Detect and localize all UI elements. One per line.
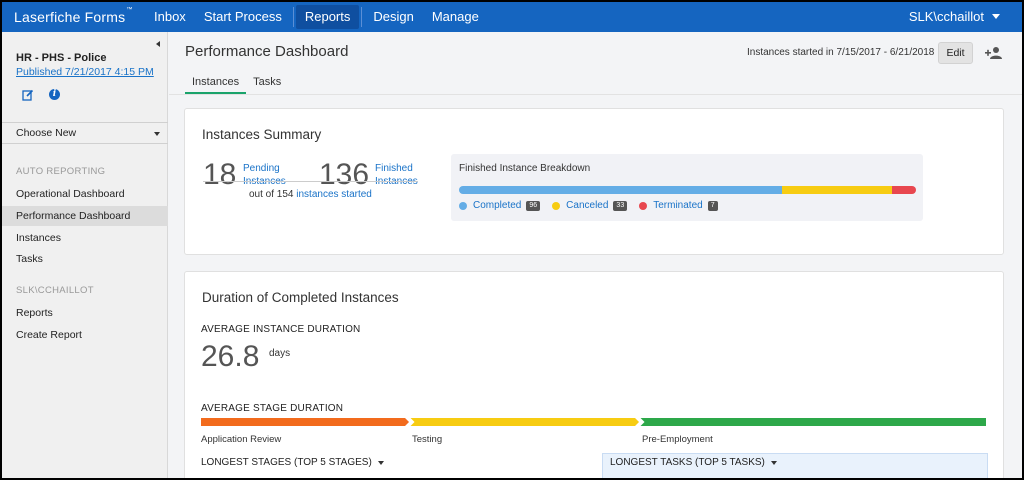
canceled-dot-icon — [552, 201, 561, 210]
legend-canceled[interactable]: Canceled — [566, 200, 608, 211]
pending-count: 18 — [203, 158, 237, 191]
finished-label-1: Finished — [375, 163, 413, 174]
breakdown-legend: Completed 96 Canceled 33 Terminated 7 — [459, 200, 730, 211]
summary-divider — [203, 181, 418, 182]
tab-tasks[interactable]: Tasks — [246, 72, 288, 94]
stage-segment-testing[interactable] — [410, 418, 640, 426]
add-user-icon[interactable] — [985, 46, 1003, 60]
edit-button[interactable]: Edit — [938, 42, 973, 64]
longest-stages-label: LONGEST STAGES (TOP 5 STAGES) — [201, 457, 372, 468]
sidebar-item-performance-dashboard[interactable]: Performance Dashboard — [2, 206, 168, 226]
finished-breakdown-panel: Finished Instance Breakdown Completed 96… — [451, 154, 923, 221]
date-range: Instances started in 7/15/2017 - 6/21/20… — [747, 47, 935, 58]
pending-label-1: Pending — [243, 163, 280, 174]
nav-manage[interactable]: Manage — [423, 5, 488, 29]
avg-instance-label: AVERAGE INSTANCE DURATION — [201, 324, 361, 335]
breakdown-title: Finished Instance Breakdown — [459, 163, 591, 174]
longest-tasks-label: LONGEST TASKS (TOP 5 TASKS) — [610, 457, 765, 468]
sidebar-item-operational-dashboard[interactable]: Operational Dashboard — [2, 184, 168, 204]
duration-card: Duration of Completed Instances AVERAGE … — [184, 271, 1004, 478]
nav-inbox[interactable]: Inbox — [145, 5, 195, 29]
chevron-down-icon — [377, 460, 384, 465]
page-title: Performance Dashboard — [185, 43, 349, 60]
avg-instance-value: 26.8 — [201, 340, 260, 373]
legend-completed[interactable]: Completed — [473, 200, 521, 211]
instances-summary-card: Instances Summary 18 PendingInstances 13… — [184, 108, 1004, 255]
breakdown-segment-completed[interactable] — [459, 186, 782, 194]
breakdown-bar — [459, 186, 916, 194]
header-divider — [169, 94, 1022, 95]
finished-count: 136 — [319, 158, 370, 191]
edit-icon[interactable] — [22, 89, 34, 101]
nav-start-process[interactable]: Start Process — [195, 5, 291, 29]
user-menu[interactable]: SLK\cchaillot — [909, 2, 984, 32]
brand-logo[interactable]: Laserfiche Forms ™ — [2, 7, 145, 25]
summary-title: Instances Summary — [202, 127, 322, 142]
stage-duration-bar — [201, 418, 986, 426]
finished-instances-link[interactable]: FinishedInstances — [375, 162, 418, 188]
stage-segment-pre-employment[interactable] — [640, 418, 986, 426]
stage-label-application-review: Application Review — [201, 434, 282, 445]
nav-reports[interactable]: Reports — [295, 5, 360, 29]
duration-title: Duration of Completed Instances — [202, 290, 399, 305]
stage-segment-application-review[interactable] — [201, 418, 410, 426]
tab-bar: Instances Tasks — [185, 72, 288, 94]
completed-dot-icon — [459, 201, 467, 210]
sidebar-item-reports[interactable]: Reports — [2, 303, 168, 323]
terminated-count-badge: 7 — [707, 200, 718, 211]
out-of-text: out of 154 instances started — [249, 189, 372, 200]
choose-new-label: Choose New — [16, 127, 77, 139]
published-link[interactable]: Published 7/21/2017 4:15 PM — [16, 66, 154, 78]
trademark: ™ — [126, 7, 133, 13]
tab-instances[interactable]: Instances — [185, 72, 247, 94]
sidebar-item-tasks[interactable]: Tasks — [2, 249, 168, 269]
longest-tasks-dropdown[interactable]: LONGEST TASKS (TOP 5 TASKS) — [610, 457, 777, 468]
chevron-down-icon — [154, 132, 160, 136]
nav-design[interactable]: Design — [364, 5, 422, 29]
nav-divider — [292, 7, 294, 27]
sidebar: HR - PHS - Police Published 7/21/2017 4:… — [2, 32, 168, 478]
chevron-down-icon — [770, 460, 777, 465]
breakdown-segment-canceled[interactable] — [781, 186, 893, 194]
stage-label-pre-employment: Pre-Employment — [642, 434, 713, 445]
nav-divider — [361, 7, 363, 27]
avg-stage-label: AVERAGE STAGE DURATION — [201, 403, 344, 414]
legend-terminated[interactable]: Terminated — [653, 200, 702, 211]
section-user: SLK\CCHAILLOT — [16, 285, 94, 296]
app-window: Laserfiche Forms ™ Inbox Start Process Re… — [2, 2, 1022, 478]
choose-new-dropdown[interactable]: Choose New — [2, 122, 168, 144]
top-nav: Laserfiche Forms ™ Inbox Start Process Re… — [2, 2, 1022, 32]
info-icon[interactable]: i — [49, 89, 60, 100]
sidebar-item-create-report[interactable]: Create Report — [2, 325, 168, 345]
stage-label-testing: Testing — [412, 434, 443, 445]
brand-text: Laserfiche Forms — [14, 9, 126, 25]
longest-stages-dropdown[interactable]: LONGEST STAGES (TOP 5 STAGES) — [201, 457, 384, 468]
pending-instances-link[interactable]: PendingInstances — [243, 162, 286, 188]
terminated-dot-icon — [639, 201, 648, 210]
section-auto-reporting: AUTO REPORTING — [16, 166, 106, 177]
collapse-sidebar-icon[interactable] — [156, 41, 160, 47]
instances-started-link[interactable]: instances started — [296, 189, 372, 200]
breakdown-segment-terminated[interactable] — [892, 186, 916, 194]
process-name: HR - PHS - Police — [16, 52, 107, 64]
chevron-down-icon[interactable] — [992, 14, 1000, 19]
avg-instance-unit: days — [269, 348, 291, 359]
sidebar-item-instances[interactable]: Instances — [2, 228, 168, 248]
out-of-prefix: out of 154 — [249, 189, 294, 200]
completed-count-badge: 96 — [526, 200, 541, 211]
canceled-count-badge: 33 — [613, 200, 628, 211]
